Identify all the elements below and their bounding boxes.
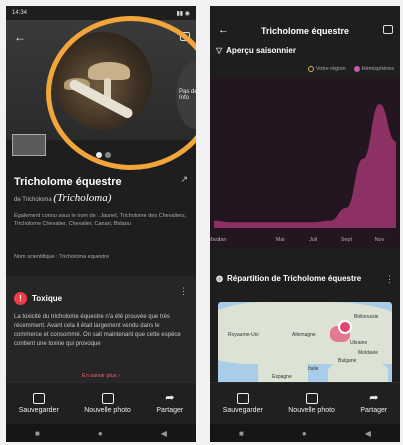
new-photo-button[interactable]: Nouvelle photo [288, 393, 335, 414]
share-button[interactable]: ➦ Partager [156, 392, 183, 415]
bottom-action-bar: Sauvegarder Nouvelle photo ➦ Partager [210, 382, 400, 424]
back-arrow-icon[interactable]: ← [14, 30, 26, 44]
toxicity-card: ⋮ ! Toxique La toxicité du tricholome éq… [6, 276, 196, 386]
carousel-dot [96, 152, 102, 158]
legend-item: Hémisphères [353, 66, 394, 72]
save-button[interactable]: Sauvegarder [19, 393, 59, 414]
recents-icon[interactable]: ■ [239, 429, 244, 438]
header-title: Tricholome équestre [260, 26, 350, 36]
x-tick-label: Juil [309, 237, 317, 243]
carousel-dots [96, 152, 111, 158]
warning-icon: ! [14, 292, 27, 305]
map-label: Moldavie [358, 350, 379, 356]
read-more-link[interactable]: En savoir plus › [6, 373, 196, 379]
home-icon[interactable]: ● [302, 429, 307, 438]
other-names: Également connu sous le nom de : Jaunet,… [14, 213, 187, 227]
legend-swatch [353, 66, 360, 72]
left-screen: 14:34 ▮▮ ◉ ← Pas de Photo Info Tricholom… [6, 6, 196, 442]
x-tick-label: Nov [375, 237, 385, 243]
share-icon: ➦ [165, 392, 175, 404]
bookmark-icon [236, 393, 249, 404]
open-external-icon[interactable]: ↗ [180, 174, 188, 185]
back-icon[interactable]: ◀ [365, 429, 371, 438]
season-heading: ▽ Aperçu saisonnier [216, 46, 296, 55]
map-label: Biélorussie [354, 314, 379, 320]
map-label: Bulgarie [338, 358, 357, 364]
location-pin-icon [338, 320, 352, 334]
x-tick-label: Mai [276, 237, 285, 243]
map-label: Royaume-Uni [228, 332, 259, 338]
status-time: 14:34 [12, 10, 28, 16]
home-icon[interactable]: ● [98, 429, 103, 438]
recents-icon[interactable]: ■ [35, 429, 40, 438]
filter-icon: ▽ [216, 46, 223, 55]
species-title: Tricholome équestre [14, 176, 122, 188]
system-nav-bar: ■ ● ◀ [210, 424, 400, 442]
x-tick-label: Mars [210, 237, 220, 243]
map-label: Espagne [272, 374, 292, 380]
species-subtitle: de Tricholoma (Tricholoma) [14, 192, 112, 204]
toxicity-label: Toxique [32, 294, 63, 303]
share-button[interactable]: ➦ Partager [360, 392, 387, 415]
new-photo-button[interactable]: Nouvelle photo [84, 393, 131, 414]
more-options-icon[interactable]: ⋮ [179, 286, 188, 297]
map-label: Ukraine [350, 340, 368, 346]
highlight-circle [46, 16, 196, 170]
globe-icon: ◍ [216, 274, 223, 283]
status-bar: 14:34 ▮▮ ◉ [6, 6, 196, 20]
camera-icon [101, 393, 114, 404]
photo-thumbnail[interactable] [12, 134, 46, 156]
toxicity-text: La toxicité du tricholome équestre n'a é… [14, 314, 181, 347]
chart-legend: Votre région Hémisphères [307, 66, 394, 72]
map-label: Italie [308, 366, 319, 372]
right-screen: ← Tricholome équestre ▽ Aperçu saisonnie… [210, 6, 400, 442]
x-tick-label: Sept [341, 237, 353, 243]
header: ← Tricholome équestre [210, 20, 400, 42]
back-icon[interactable]: ◀ [161, 429, 167, 438]
more-options-icon[interactable]: ⋮ [385, 274, 394, 285]
share-icon: ➦ [369, 392, 379, 404]
gallery-icon[interactable] [383, 25, 393, 34]
latin-name: (Tricholoma) [53, 192, 112, 204]
save-button[interactable]: Sauvegarder [223, 393, 263, 414]
status-icons: ▮▮ ◉ [176, 11, 190, 17]
bottom-action-bar: Sauvegarder Nouvelle photo ➦ Partager [6, 382, 196, 424]
camera-icon [305, 393, 318, 404]
back-arrow-icon[interactable]: ← [218, 24, 229, 36]
legend-item: Votre région [307, 66, 346, 72]
map-heading: ◍ Répartition de Tricholome équestre [216, 274, 362, 283]
season-chart: JanMars Mai Juil Sept Nov [210, 78, 400, 248]
system-nav-bar: ■ ● ◀ [6, 424, 196, 442]
legend-swatch [307, 66, 314, 72]
carousel-dot [105, 152, 111, 158]
distribution-map[interactable]: Royaume-Uni Allemagne Ukraine Bulgarie E… [218, 302, 392, 392]
map-label: Allemagne [292, 332, 316, 338]
scientific-name: Nom scientifique : Tricholoma equestre [14, 254, 110, 260]
bookmark-icon [32, 393, 45, 404]
